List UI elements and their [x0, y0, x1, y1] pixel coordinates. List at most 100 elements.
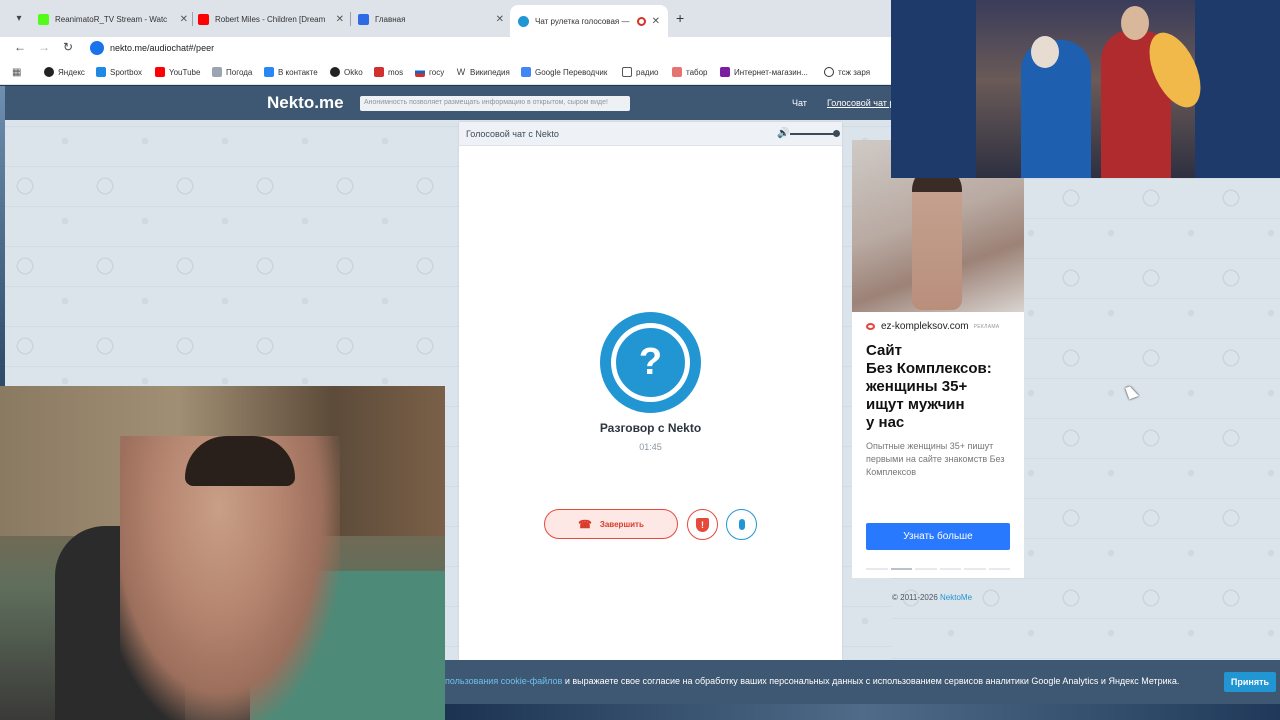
close-tab-icon[interactable]: ✕ [652, 16, 660, 27]
bookmark-label: Okko [344, 67, 363, 77]
bookmark-label: радио [636, 67, 659, 77]
carousel-dot[interactable] [988, 568, 1010, 570]
peer-avatar: ? [600, 312, 701, 413]
new-tab-button[interactable]: + [676, 10, 684, 26]
close-tab-icon[interactable]: ✕ [496, 14, 504, 25]
volume-icon[interactable]: 🔊 [777, 128, 789, 139]
ad-carousel-indicator [866, 568, 1010, 570]
anonymity-notice: Анонимность позволяет размещать информац… [360, 96, 630, 111]
tab-search-chevron-icon[interactable]: ▾ [10, 10, 28, 28]
microphone-icon [738, 519, 745, 530]
nav-chat-link[interactable]: Чат [792, 98, 807, 108]
tab-separator [192, 12, 193, 26]
bookmark-label: Интернет-магазин... [734, 67, 808, 77]
bookmark-label: табор [686, 67, 708, 77]
wikipedia-icon: W [456, 67, 466, 77]
url-text: nekto.me/audiochat#/peer [110, 43, 215, 53]
call-timer: 01:45 [639, 442, 662, 452]
carousel-dot[interactable] [866, 568, 888, 570]
back-arrow-icon[interactable]: ← [12, 40, 28, 54]
performer-head [1121, 6, 1149, 40]
cookie-policy-link[interactable]: пользования cookie-файлов [445, 676, 562, 686]
nekto-favicon-icon [518, 15, 529, 27]
ad-headline-line: у нас [866, 414, 905, 431]
question-mark-icon: ? [638, 341, 663, 383]
nav-voice-chat-link[interactable]: Голосовой чат р [827, 98, 894, 108]
carousel-dot[interactable] [939, 568, 961, 570]
tab-title: ReanimatoR_TV Stream - Watc [55, 14, 168, 24]
browser-tab-strip: ▾ ReanimatoR_TV Stream - Watc ✕ Robert M… [0, 0, 891, 37]
close-tab-icon[interactable]: ✕ [180, 14, 188, 25]
bookmark-label: тсж заря [838, 67, 871, 77]
stream-video-overlay [891, 0, 1280, 178]
bookmark-tszh-zarya[interactable]: тсж заря [824, 67, 870, 77]
microphone-toggle-button[interactable] [726, 509, 757, 540]
bookmark-sportbox[interactable]: Sportbox [96, 67, 142, 77]
bookmark-label: mos [388, 67, 404, 77]
tab-glavnaya[interactable]: Главная ✕ [358, 7, 504, 31]
nektome-link[interactable]: NektoMe [940, 593, 972, 602]
tab-robert-miles[interactable]: Robert Miles - Children [Dream ✕ [198, 7, 344, 31]
tab-title: Главная [375, 14, 406, 24]
reload-icon[interactable]: ↻ [60, 40, 76, 54]
voice-chat-panel: Голосовой чат с Nekto 🔊 ? Разговор с Nek… [459, 122, 842, 660]
voice-chat-header: Голосовой чат с Nekto 🔊 [459, 122, 842, 146]
bookmark-wikipedia[interactable]: W Википедия [456, 67, 510, 77]
bookmark-mos[interactable]: mos [374, 67, 403, 77]
tab-nekto-voice-chat[interactable]: Чат рулетка голосовая — ✕ [510, 5, 668, 37]
gosuslugi-icon [415, 67, 425, 77]
bookmark-youtube[interactable]: YouTube [155, 67, 200, 77]
bookmark-label: Яндекс [58, 67, 85, 77]
desktop-edge [0, 86, 5, 386]
bookmark-internet-shop[interactable]: Интернет-магазин... [720, 67, 808, 77]
tab-title: Чат рулетка голосовая — [535, 16, 630, 26]
volume-slider-handle[interactable] [833, 130, 840, 137]
bookmark-vkontakte[interactable]: В контакте [264, 67, 318, 77]
youtube-favicon-icon [198, 13, 209, 25]
performer-head [1031, 36, 1059, 68]
weather-icon [212, 67, 222, 77]
accept-cookies-button[interactable]: Принять [1224, 672, 1276, 692]
report-button[interactable]: ! [687, 509, 718, 540]
forward-arrow-icon[interactable]: → [36, 40, 52, 54]
learn-more-button[interactable]: Узнать больше [866, 523, 1010, 550]
copyright-text: © 2011-2026 [892, 593, 941, 602]
end-call-label: Завершить [599, 519, 644, 529]
bookmark-yandex[interactable]: Яндекс [44, 67, 85, 77]
shop-icon [720, 67, 730, 77]
bookmark-tabor[interactable]: табор [672, 67, 708, 77]
bookmark-label: госу [429, 67, 445, 77]
voice-chat-title: Голосовой чат с Nekto [466, 129, 559, 139]
ad-domain-text: ez-kompleksov.com [881, 321, 969, 332]
bookmarks-bar: ▦ Яндекс Sportbox YouTube Погода В конта… [0, 60, 891, 85]
mic-permission-icon[interactable] [90, 41, 104, 55]
address-bar-row: ← → ↻ nekto.me/audiochat#/peer [0, 37, 891, 60]
ad-headline[interactable]: Сайт Без Комплексов: женщины 35+ ищут му… [866, 342, 1016, 432]
ad-body-text: Опытные женщины 35+ пишут первыми на сай… [866, 441, 1005, 477]
site-logo[interactable]: Nekto.me [267, 93, 344, 113]
ad-domain[interactable]: ez-kompleksov.com РЕКЛАМА [866, 321, 999, 332]
end-call-button[interactable]: ☎ Завершить [544, 509, 678, 539]
tab-reanimator-stream[interactable]: ReanimatoR_TV Stream - Watc ✕ [38, 7, 188, 31]
apps-grid-icon[interactable]: ▦ [12, 67, 23, 78]
ad-photo-figure [912, 166, 962, 310]
bookmark-google-translate[interactable]: Google Переводчик [521, 67, 607, 77]
bookmark-label: YouTube [169, 67, 201, 77]
advertisement-card[interactable]: ez-kompleksov.com РЕКЛАМА Сайт Без Компл… [852, 140, 1024, 578]
page-favicon-icon [358, 13, 369, 25]
globe-icon [824, 67, 834, 77]
vk-icon [264, 67, 274, 77]
shield-alert-icon: ! [696, 517, 709, 532]
url-omnibox[interactable]: nekto.me/audiochat#/peer [86, 39, 886, 57]
concert-video-frame [976, 0, 1211, 178]
bookmark-okko[interactable]: Okko [330, 67, 363, 77]
volume-slider[interactable] [790, 133, 836, 135]
close-tab-icon[interactable]: ✕ [336, 14, 344, 25]
bookmark-label: Google Переводчик [535, 67, 608, 77]
carousel-dot[interactable] [915, 568, 937, 570]
bookmark-radio[interactable]: радио [622, 67, 658, 77]
carousel-dot[interactable] [890, 568, 912, 570]
bookmark-gosu[interactable]: госу [415, 67, 444, 77]
bookmark-weather[interactable]: Погода [212, 67, 252, 77]
carousel-dot[interactable] [964, 568, 986, 570]
